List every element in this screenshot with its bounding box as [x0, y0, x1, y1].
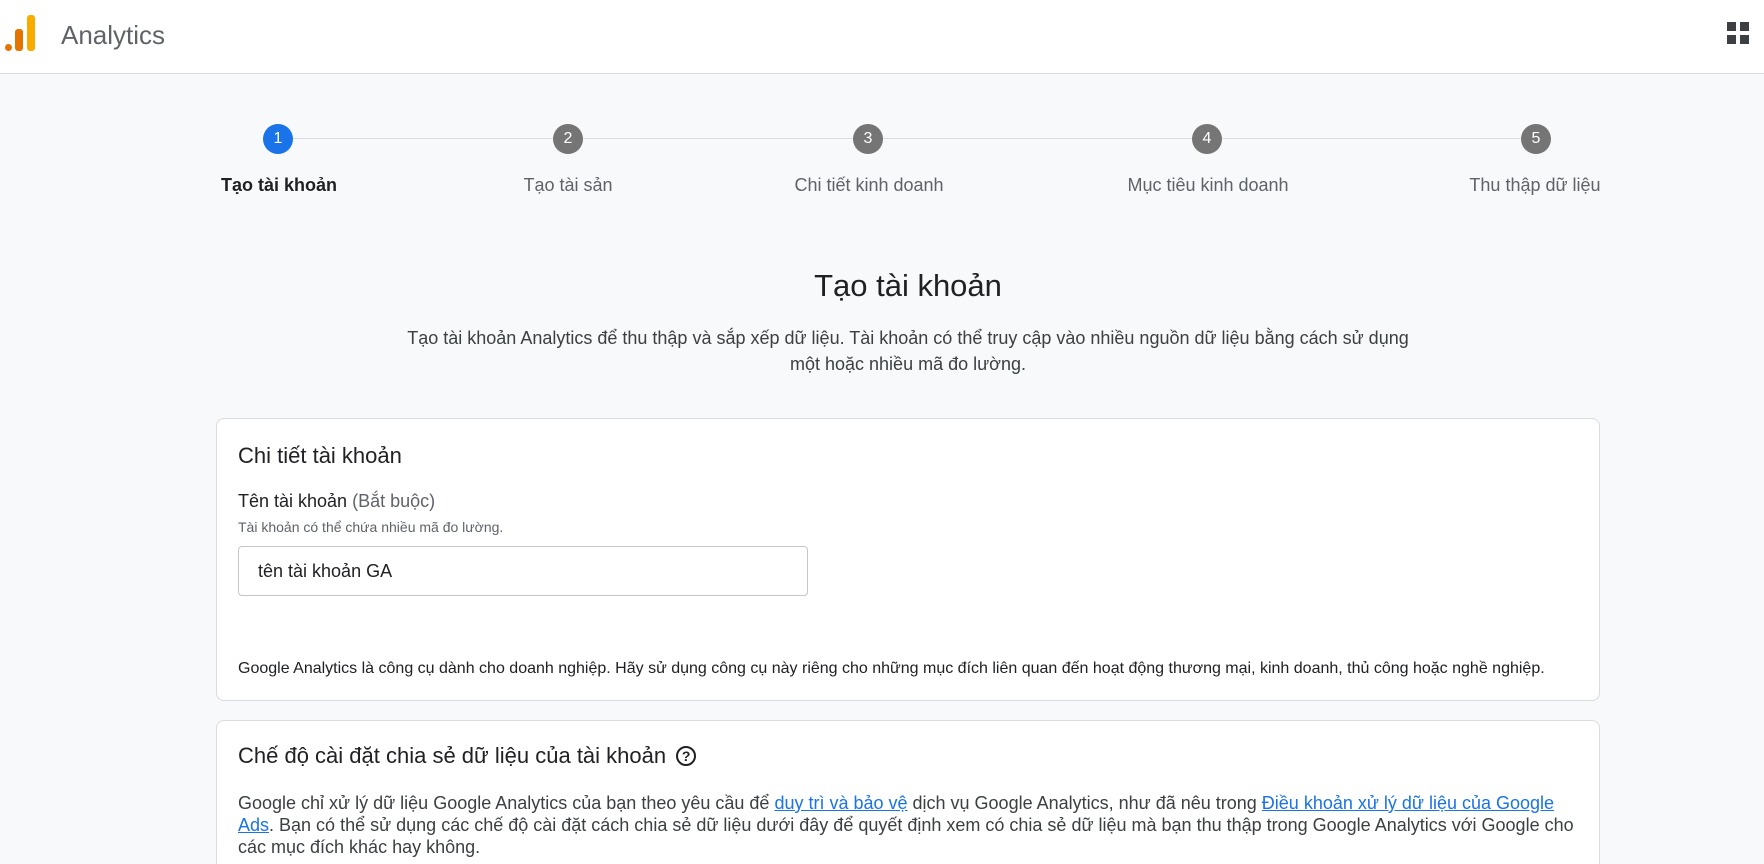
- page-subtitle: Tạo tài khoản Analytics để thu thập và s…: [407, 328, 1409, 374]
- account-name-hint: Tài khoản có thể chứa nhiều mã đo lường.: [238, 519, 504, 535]
- step-connector: [293, 138, 553, 139]
- help-circle-icon[interactable]: ?: [676, 746, 697, 766]
- step-connector: [1222, 138, 1521, 139]
- data-sharing-text: . Bạn có thể sử dụng các chế độ cài đặt …: [238, 815, 1574, 857]
- account-name-label: Tên tài khoản (Bắt buộc): [238, 491, 435, 512]
- step-2-label: Tạo tài sản: [523, 175, 613, 195]
- step-connector: [583, 138, 853, 139]
- page-title: Tạo tài khoản: [814, 268, 1002, 303]
- step-3-label: Chi tiết kinh doanh: [794, 175, 944, 195]
- account-name-input[interactable]: [238, 546, 808, 596]
- step-5-number: 5: [1521, 124, 1551, 154]
- account-details-card: Chi tiết tài khoản Tên tài khoản (Bắt bu…: [216, 418, 1600, 701]
- step-4-label: Mục tiêu kinh doanh: [1127, 175, 1289, 195]
- setup-stepper: 1 2 3 4 5 Tạo tài khoản Tạo tài sản Chi …: [0, 0, 1764, 220]
- data-sharing-text: Google chỉ xử lý dữ liệu Google Analytic…: [238, 793, 775, 813]
- step-4-number: 4: [1192, 124, 1222, 154]
- step-1-label: Tạo tài khoản: [220, 175, 338, 195]
- required-indicator: (Bắt buộc): [352, 491, 436, 511]
- data-sharing-heading: Chế độ cài đặt chia sẻ dữ liệu của tài k…: [238, 743, 697, 769]
- account-details-title: Chi tiết tài khoản: [238, 443, 402, 468]
- business-use-notice: Google Analytics là công cụ dành cho doa…: [238, 660, 1545, 677]
- account-name-label-text: Tên tài khoản: [238, 491, 348, 511]
- data-sharing-description: Google chỉ xử lý dữ liệu Google Analytic…: [238, 792, 1583, 858]
- step-2-number: 2: [553, 124, 583, 154]
- data-sharing-text: dịch vụ Google Analytics, như đã nêu tro…: [907, 793, 1262, 813]
- step-connector: [883, 138, 1192, 139]
- step-5-label: Thu thập dữ liệu: [1469, 175, 1601, 195]
- data-sharing-card: Chế độ cài đặt chia sẻ dữ liệu của tài k…: [216, 720, 1600, 864]
- step-3-number: 3: [853, 124, 883, 154]
- maintain-protect-link[interactable]: duy trì và bảo vệ: [774, 793, 907, 813]
- step-1-number: 1: [263, 124, 293, 154]
- data-sharing-title: Chế độ cài đặt chia sẻ dữ liệu của tài k…: [238, 743, 667, 768]
